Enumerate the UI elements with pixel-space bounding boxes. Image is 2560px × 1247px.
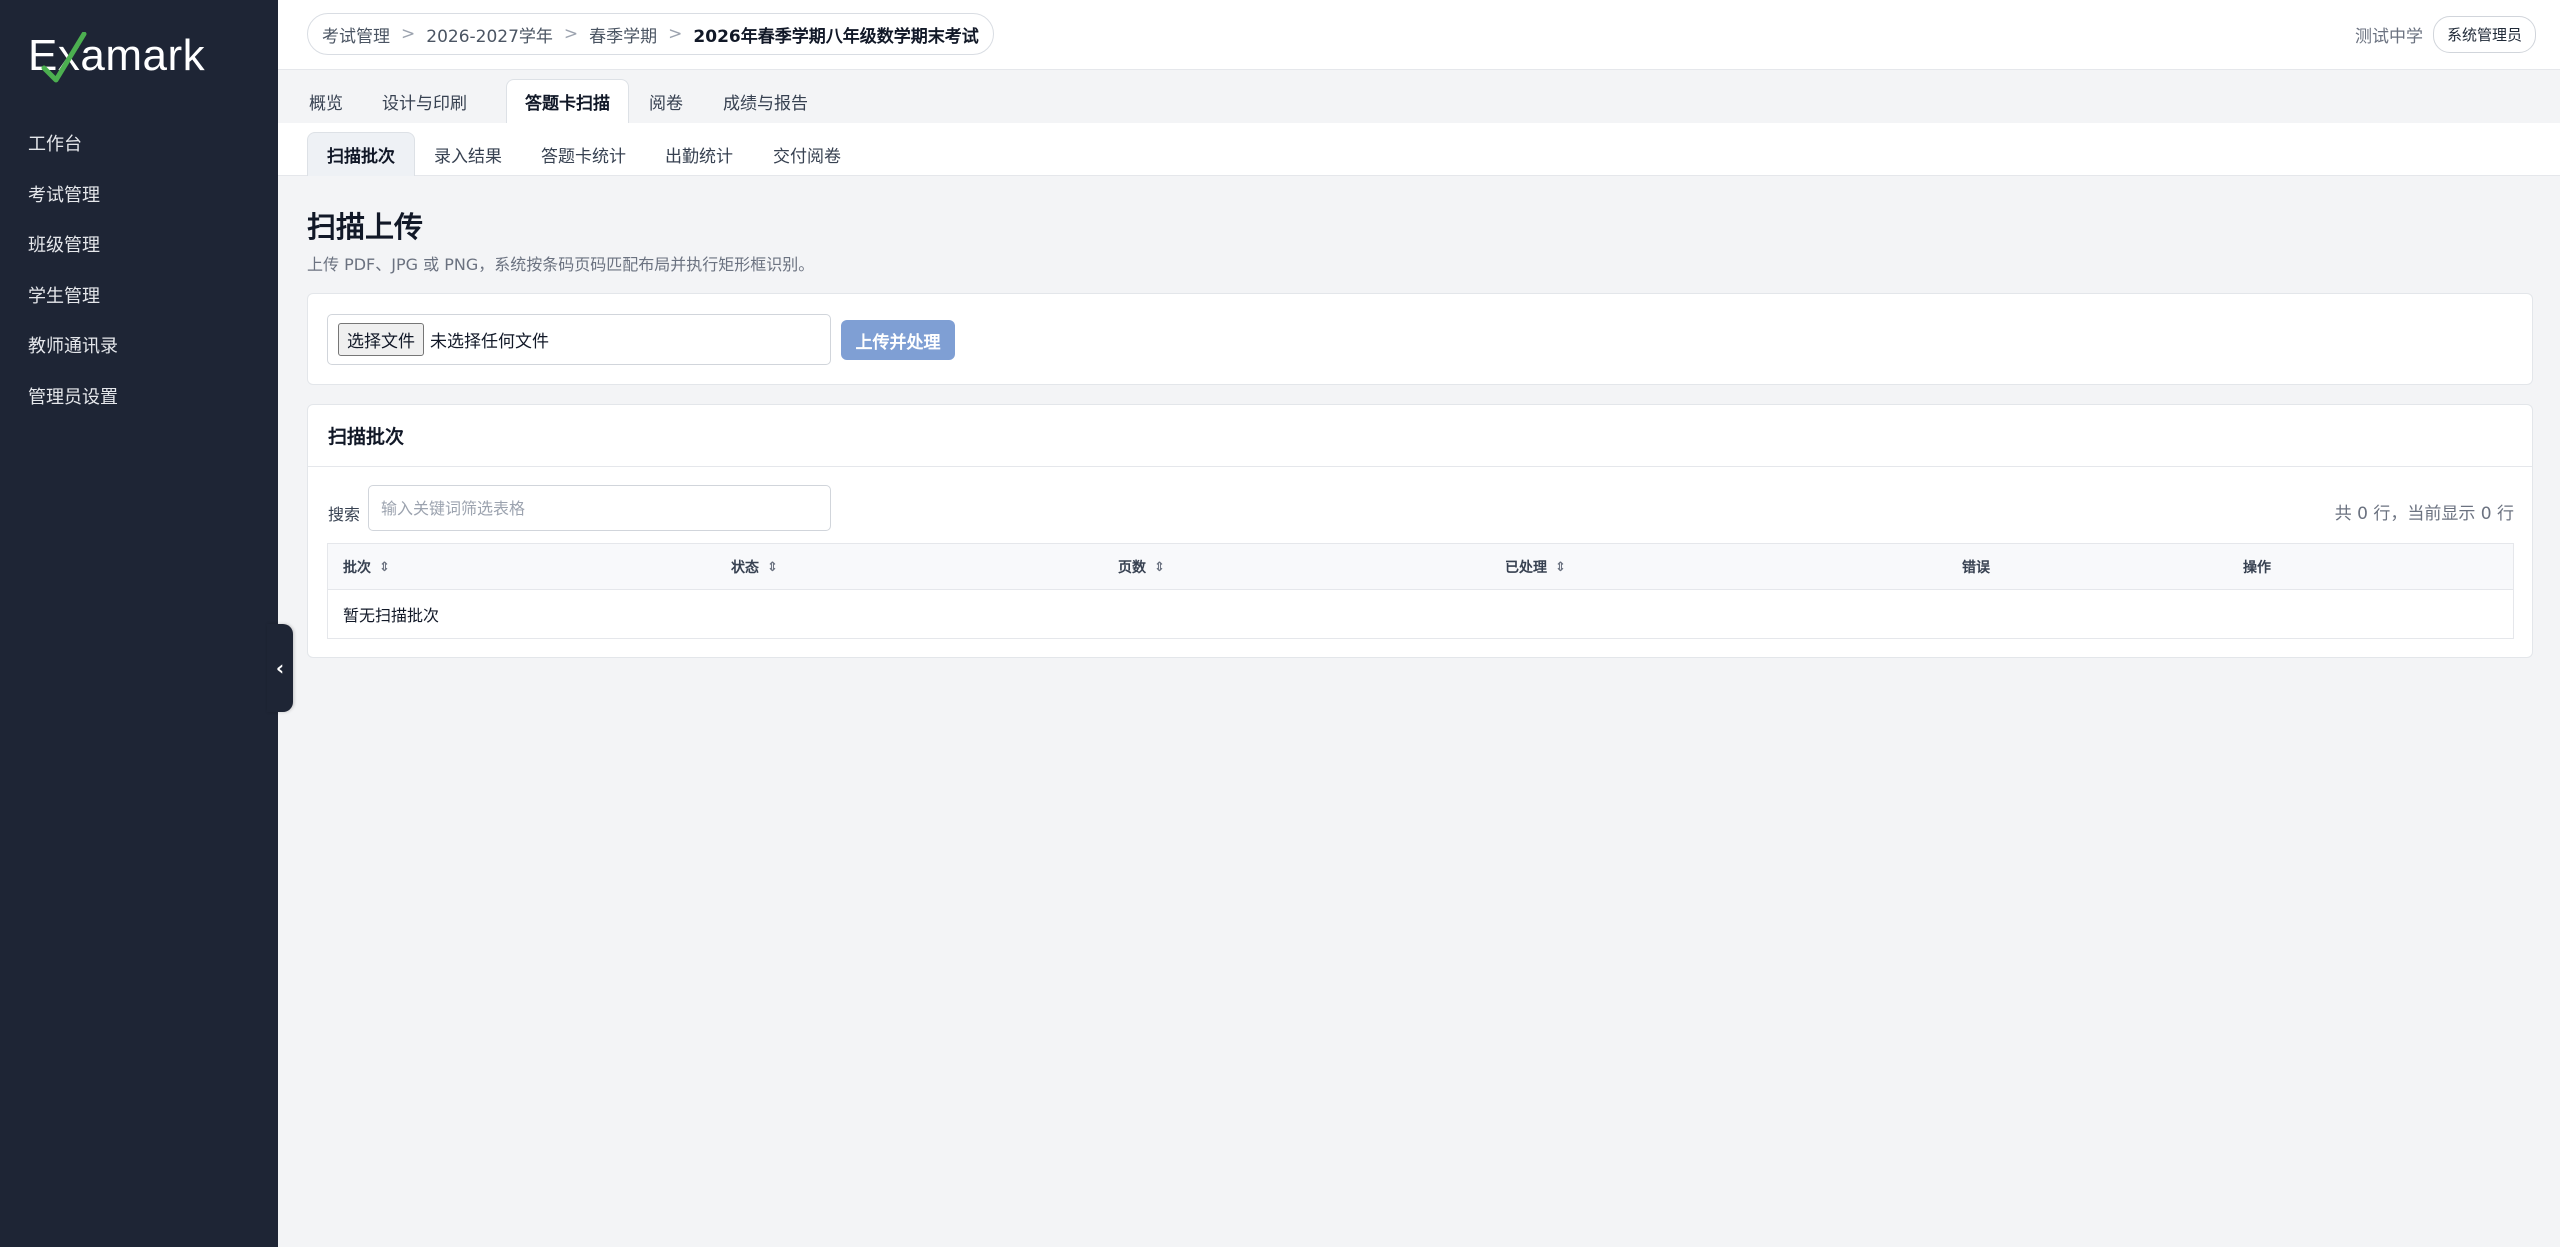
section-title: 扫描批次 (308, 405, 2532, 467)
column-label: 操作 (2243, 560, 2271, 576)
column-label: 已处理 (1505, 560, 1547, 576)
tab-overview[interactable]: 概览 (291, 79, 361, 123)
app-logo[interactable]: Examark (28, 30, 205, 83)
breadcrumb-item-year[interactable]: 2026-2027学年 (426, 22, 553, 47)
school-name: 测试中学 (2354, 27, 2423, 47)
scan-subtabs: 扫描批次 录入结果 答题卡统计 出勤统计 交付阅卷 (278, 123, 2560, 176)
subtab-attendance-stats[interactable]: 出勤统计 (646, 132, 752, 176)
column-header-actions: 操作 (2243, 544, 2271, 590)
exam-tabs: 概览 设计与印刷 答题卡扫描 阅卷 成绩与报告 (278, 71, 2560, 123)
sort-icon: ⇕ (379, 559, 390, 575)
sidebar-collapse-button[interactable]: ‹ (267, 624, 293, 712)
page-title: 扫描上传 (307, 210, 424, 244)
search-label: 搜索 (328, 505, 361, 524)
scan-batches-card: 扫描批次 搜索 共 0 行，当前显示 0 行 批次 ⇕ 状态 ⇕ 页数 ⇕ 已处理 ⇕ … (307, 404, 2533, 658)
breadcrumb-separator: > (563, 24, 579, 44)
breadcrumb-separator: > (401, 24, 416, 44)
sidebar-item-exams[interactable]: 考试管理 (0, 169, 278, 220)
user-info: 测试中学 系统管理员 (2355, 16, 2536, 53)
sidebar-item-classes[interactable]: 班级管理 (0, 219, 278, 270)
sort-icon: ⇕ (1154, 559, 1165, 575)
choose-file-button[interactable]: 选择文件 (338, 323, 424, 356)
breadcrumb-separator: > (668, 24, 683, 44)
batches-table: 批次 ⇕ 状态 ⇕ 页数 ⇕ 已处理 ⇕ 错误 操作 暂无扫描批次 (327, 543, 2514, 639)
search-input[interactable] (368, 485, 831, 531)
tab-answer-sheet-scan[interactable]: 答题卡扫描 (506, 79, 629, 123)
column-header-processed[interactable]: 已处理 ⇕ (1505, 544, 1566, 590)
tab-design-print[interactable]: 设计与印刷 (364, 79, 485, 123)
page-subtitle: 上传 PDF、JPG 或 PNG，系统按条码页码匹配布局并执行矩形框识别。 (307, 255, 815, 274)
column-label: 批次 (343, 560, 371, 576)
file-status: 未选择任何文件 (430, 332, 549, 352)
column-label: 错误 (1962, 560, 1990, 576)
user-role-badge[interactable]: 系统管理员 (2432, 16, 2536, 53)
chevron-left-icon: ‹ (275, 656, 285, 680)
subtab-deliver-grading[interactable]: 交付阅卷 (754, 132, 860, 176)
column-header-errors: 错误 (1962, 544, 1990, 590)
subtab-enter-results[interactable]: 录入结果 (415, 132, 521, 176)
column-header-batch[interactable]: 批次 ⇕ (343, 544, 390, 590)
upload-process-button[interactable]: 上传并处理 (841, 320, 955, 360)
sidebar-item-teachers[interactable]: 教师通讯录 (0, 320, 278, 371)
sidebar-item-admin-settings[interactable]: 管理员设置 (0, 371, 278, 422)
row-count: 共 0 行，当前显示 0 行 (2334, 504, 2514, 524)
subtab-scan-batches[interactable]: 扫描批次 (307, 132, 415, 176)
tab-scores-reports[interactable]: 成绩与报告 (705, 79, 826, 123)
tab-grading[interactable]: 阅卷 (631, 79, 701, 123)
sort-icon: ⇕ (767, 559, 778, 575)
file-input[interactable]: 选择文件 未选择任何文件 (327, 314, 831, 365)
subtab-sheet-stats[interactable]: 答题卡统计 (522, 132, 645, 176)
sidebar-nav: 工作台 考试管理 班级管理 学生管理 教师通讯录 管理员设置 (0, 118, 278, 421)
top-bar: 考试管理 > 2026-2027学年 > 春季学期 > 2026年春季学期八年级… (278, 0, 2560, 70)
breadcrumb-item-exams[interactable]: 考试管理 (322, 22, 390, 47)
column-header-status[interactable]: 状态 ⇕ (731, 544, 778, 590)
breadcrumb-item-term[interactable]: 春季学期 (589, 22, 657, 47)
upload-card: 选择文件 未选择任何文件 上传并处理 (307, 293, 2533, 385)
breadcrumb-current: 2026年春季学期八年级数学期末考试 (693, 26, 979, 47)
table-header: 批次 ⇕ 状态 ⇕ 页数 ⇕ 已处理 ⇕ 错误 操作 (328, 544, 2513, 590)
sidebar-item-students[interactable]: 学生管理 (0, 270, 278, 321)
sidebar-item-dashboard[interactable]: 工作台 (0, 118, 278, 169)
column-label: 页数 (1118, 560, 1146, 576)
column-header-pages[interactable]: 页数 ⇕ (1118, 544, 1165, 590)
column-label: 状态 (731, 560, 759, 576)
sort-icon: ⇕ (1555, 559, 1566, 575)
sidebar: Examark 工作台 考试管理 班级管理 学生管理 教师通讯录 管理员设置 (0, 0, 278, 1247)
breadcrumb: 考试管理 > 2026-2027学年 > 春季学期 > 2026年春季学期八年级… (307, 13, 994, 55)
checkmark-icon (41, 32, 87, 83)
empty-state-row: 暂无扫描批次 (343, 606, 440, 625)
